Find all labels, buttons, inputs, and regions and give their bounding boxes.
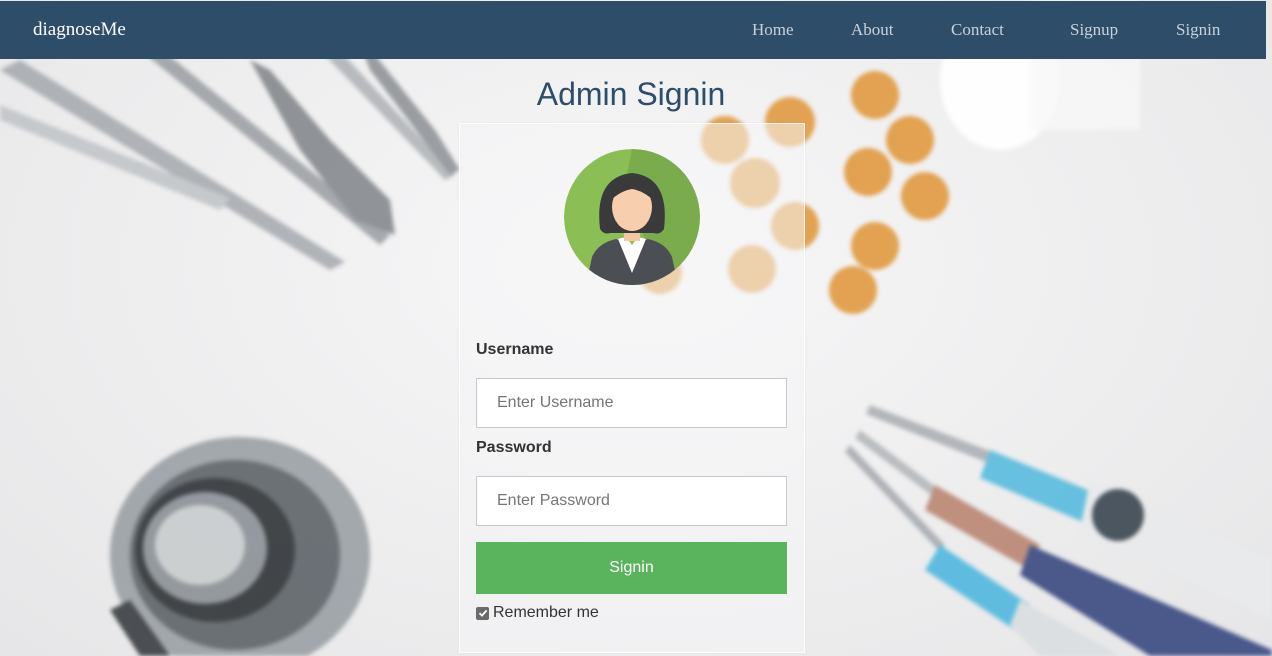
remember-me-label[interactable]: Remember me bbox=[493, 604, 599, 622]
female-user-avatar-icon bbox=[564, 149, 700, 285]
top-navbar: diagnoseMe Home About Contact Signup Sig… bbox=[0, 1, 1266, 59]
remember-me-checkbox[interactable] bbox=[476, 606, 489, 620]
checkmark-icon bbox=[478, 609, 487, 617]
page-title: Admin Signin bbox=[536, 76, 726, 112]
signin-button[interactable]: Signin bbox=[476, 542, 787, 594]
nav-link-contact[interactable]: Contact bbox=[951, 20, 1004, 40]
nav-link-signup[interactable]: Signup bbox=[1070, 20, 1118, 40]
password-input[interactable] bbox=[476, 476, 787, 526]
username-input[interactable] bbox=[476, 378, 787, 428]
nav-link-home[interactable]: Home bbox=[752, 20, 794, 40]
nav-link-about[interactable]: About bbox=[851, 20, 894, 40]
password-label: Password bbox=[476, 439, 552, 456]
brand-logo[interactable]: diagnoseMe bbox=[33, 19, 126, 41]
nav-link-signin[interactable]: Signin bbox=[1176, 20, 1220, 40]
remember-me-row: Remember me bbox=[476, 604, 599, 622]
username-label: Username bbox=[476, 341, 554, 358]
